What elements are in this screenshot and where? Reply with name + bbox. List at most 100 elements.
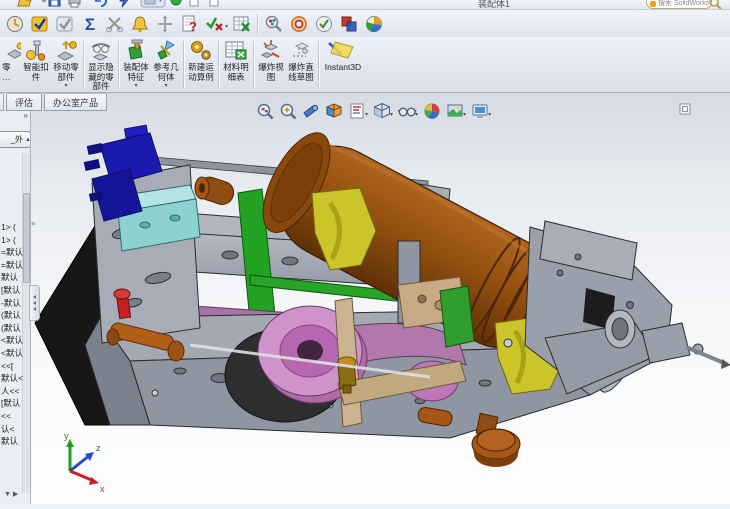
part-green-block-1[interactable] xyxy=(439,285,475,348)
appearance-search-icon[interactable] xyxy=(261,12,286,36)
undo-icon[interactable] xyxy=(92,0,108,8)
curvature-icon[interactable] xyxy=(286,12,311,36)
panel-scroll-arrows[interactable]: ▼ ▶ xyxy=(4,490,18,498)
view-settings-icon-dropdown[interactable]: ▾ xyxy=(488,111,491,118)
movecomp-icon xyxy=(53,39,79,63)
svg-text:Σ: Σ xyxy=(84,15,94,34)
triad-y-label: y xyxy=(64,431,69,441)
open-icon[interactable] xyxy=(16,0,32,8)
search-placeholder-text: 搜索 SolidWorks 帮助 xyxy=(658,0,711,7)
tree-item[interactable]: 默认 xyxy=(1,435,27,448)
tree-item[interactable]: [默认 xyxy=(1,284,27,297)
cmd-button-refgeom[interactable]: 参考几 何体 ▾ xyxy=(151,37,181,92)
interference-alert-icon[interactable] xyxy=(127,12,152,36)
performance-clock-icon[interactable] xyxy=(2,12,27,36)
tree-item[interactable]: 认< xyxy=(1,423,27,436)
cmd-button-motion[interactable]: 新建运 动算例 xyxy=(186,37,216,92)
assemblyxpert-icon[interactable]: ? xyxy=(177,12,202,36)
toolbar-separator xyxy=(257,13,259,34)
edit-appearance-icon[interactable] xyxy=(420,100,443,122)
dropdown-caret-icon[interactable]: ▾ xyxy=(64,83,67,89)
tree-item[interactable]: <默认 xyxy=(1,347,27,360)
part-tool-rod[interactable] xyxy=(685,345,725,365)
tree-item[interactable]: 1> ( xyxy=(1,221,27,234)
doc-icon[interactable] xyxy=(186,0,202,8)
tree-item[interactable]: (默认 xyxy=(1,322,27,335)
cmd-button-movecomp[interactable]: 移动零 部件 ▾ xyxy=(51,37,81,92)
tree-item[interactable]: -默认 xyxy=(1,297,27,310)
search-magnifier-icon[interactable] xyxy=(708,0,722,9)
feature-tree-header[interactable]: _外 ▲ xyxy=(0,131,30,148)
help-icon[interactable] xyxy=(168,0,184,8)
tree-item[interactable]: =默认 xyxy=(1,246,27,259)
options-button-icon[interactable] xyxy=(140,0,166,8)
verify-icon[interactable] xyxy=(202,12,227,36)
triad-z-label: z xyxy=(96,443,101,453)
window-title-fragment: 装配体1 xyxy=(478,0,511,9)
panel-expand-chevron[interactable]: » xyxy=(24,111,29,120)
rebuild-icon[interactable] xyxy=(116,0,132,8)
cmd-button-label: 参考几 何体 xyxy=(153,62,179,82)
cmd-button-explsketch[interactable]: 爆炸直 线草图 xyxy=(286,37,316,92)
part-bearing-ring[interactable] xyxy=(604,309,636,349)
motion-icon xyxy=(188,39,214,63)
menu-strip: 装配体1 搜索 SolidWorks 帮助 xyxy=(0,0,730,10)
tree-item[interactable]: [默认 xyxy=(1,397,27,410)
tree-item[interactable]: << xyxy=(1,410,27,423)
compare-icon[interactable] xyxy=(336,12,361,36)
render-sphere-icon[interactable] xyxy=(361,12,386,36)
align-icon[interactable] xyxy=(152,12,177,36)
part-tool-tip[interactable] xyxy=(721,359,730,369)
cmd-button-label: 显示隐 藏的零 部件 xyxy=(88,62,114,91)
ribbon-tab-0[interactable]: 评估 xyxy=(6,93,43,111)
check-feature-icon[interactable] xyxy=(311,12,336,36)
viewport-restore-icon[interactable] xyxy=(679,102,691,120)
cmd-button-fastener[interactable]: 智能扣 件 xyxy=(21,37,51,92)
save-icon[interactable] xyxy=(46,0,62,8)
cmd-button-insertcomp[interactable]: 零 … xyxy=(0,37,21,92)
search-input[interactable]: 搜索 SolidWorks 帮助 xyxy=(646,0,712,9)
fastener-icon xyxy=(23,39,49,63)
display-style-icon-dropdown[interactable]: ▾ xyxy=(390,111,393,118)
tree-item[interactable]: (默认 xyxy=(1,309,27,322)
apply-scene-icon-dropdown[interactable]: ▾ xyxy=(463,111,466,118)
cmd-button-bom[interactable]: 材料明 细表 xyxy=(221,37,251,92)
triad-x-label: x xyxy=(100,484,105,494)
selection-unchecked-icon[interactable] xyxy=(52,12,77,36)
dropdown-caret-icon[interactable]: ▾ xyxy=(134,83,137,89)
panel-splitter-handle[interactable] xyxy=(29,285,40,321)
tree-item[interactable]: 人<< xyxy=(1,385,27,398)
selection-checked-icon[interactable] xyxy=(27,12,52,36)
workspace: y z x 评估 办公室产品 ▾ ▾ ▾ ▾ ▾ » _外 ▲ 1> (1> (=默认 =默… xyxy=(0,93,730,504)
cmd-button-instant3d[interactable]: Instant3D xyxy=(321,37,365,92)
previous-view-icon[interactable] xyxy=(299,100,322,122)
hide-show-items-icon-dropdown[interactable]: ▾ xyxy=(415,111,418,118)
cmd-button-showhidden[interactable]: 显示隐 藏的零 部件 xyxy=(86,37,116,92)
doc2-icon[interactable] xyxy=(206,0,222,8)
ribbon-tab-1[interactable]: 办公室产品 xyxy=(44,93,108,111)
rollback-grip[interactable]: ≡ xyxy=(31,221,35,228)
design-table-icon[interactable] xyxy=(229,12,254,36)
cmd-button-exploded[interactable]: 爆炸视 图 xyxy=(256,37,286,92)
tree-item[interactable]: =默认 xyxy=(1,259,27,272)
verify-dropdown[interactable]: ▾ xyxy=(225,23,228,30)
section-view-icon[interactable] xyxy=(322,100,345,122)
tree-item[interactable]: 1> ( xyxy=(1,234,27,247)
zoom-area-icon[interactable] xyxy=(276,100,299,122)
dropdown-caret-icon[interactable]: ▾ xyxy=(164,83,167,89)
part-copper-knob[interactable] xyxy=(471,412,521,467)
graphics-viewport[interactable]: y z x xyxy=(30,93,730,504)
print-icon[interactable] xyxy=(66,0,82,8)
cmd-button-asmfeat[interactable]: 装配体 特征 ▾ xyxy=(121,37,151,92)
ribbon-tab-partial[interactable] xyxy=(0,93,4,111)
tree-item[interactable]: 默认< xyxy=(1,372,27,385)
zoom-fit-icon[interactable] xyxy=(253,100,276,122)
tree-item[interactable]: 默认 xyxy=(1,271,27,284)
refgeom-icon xyxy=(153,39,179,63)
tree-item[interactable]: <<[ xyxy=(1,360,27,373)
trim-icon[interactable] xyxy=(102,12,127,36)
equations-icon[interactable]: Σ xyxy=(77,12,102,36)
tree-item[interactable]: <默认 xyxy=(1,334,27,347)
cmd-button-label: 爆炸视 图 xyxy=(258,62,284,82)
view-orientation-icon-dropdown[interactable]: ▾ xyxy=(365,111,368,118)
